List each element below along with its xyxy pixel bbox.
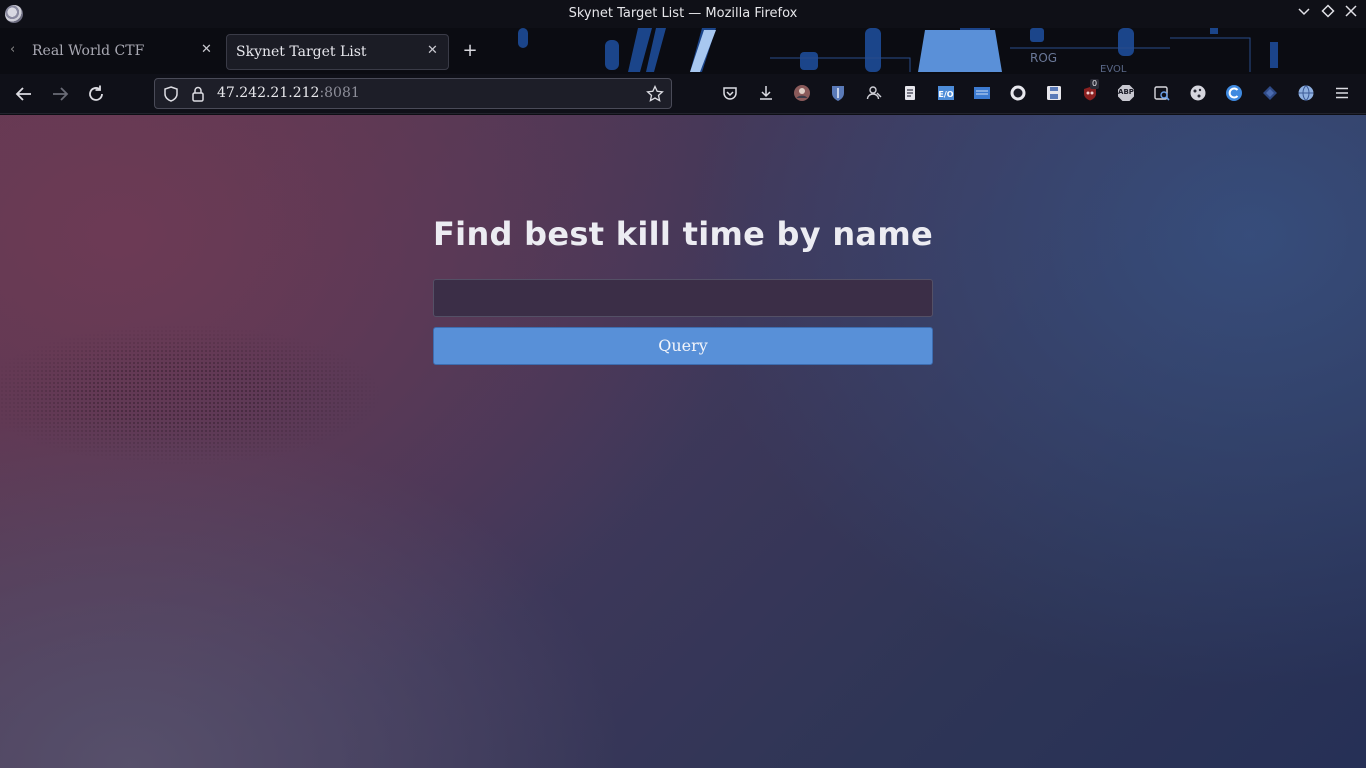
tab-skynet-target-list[interactable]: Skynet Target List ✕ — [226, 34, 449, 70]
new-tab-icon[interactable]: + — [460, 41, 480, 61]
page-heading: Find best kill time by name — [433, 215, 933, 253]
tab-label: Real World CTF — [32, 43, 145, 59]
tab-close-icon[interactable]: ✕ — [427, 43, 438, 58]
reader-icon[interactable] — [901, 84, 919, 102]
tab-scroll-left-icon[interactable]: ‹ — [10, 42, 15, 57]
url-bar[interactable]: 47.242.21.212:8081 — [154, 78, 672, 109]
tab-label: Skynet Target List — [236, 44, 367, 60]
ext-c-icon[interactable] — [1225, 84, 1243, 102]
query-button[interactable]: Query — [433, 327, 933, 365]
lock-icon[interactable] — [190, 85, 206, 107]
tab-strip: ROG EVOL ‹ Real World CTF ✕ Skynet Targe… — [0, 28, 1366, 74]
ext-eo-icon[interactable]: E/O — [937, 84, 955, 102]
ublock-badge: 0 — [1090, 79, 1100, 89]
ext-avatar-icon[interactable] — [793, 84, 811, 102]
theme-artwork: ROG EVOL — [470, 28, 1366, 74]
svg-text:E/O: E/O — [938, 90, 953, 99]
ext-cookie-icon[interactable] — [1189, 84, 1207, 102]
window-title: Skynet Target List — Mozilla Firefox — [568, 6, 798, 21]
shield-icon[interactable] — [162, 85, 180, 107]
reload-icon[interactable] — [85, 83, 107, 105]
adblock-plus-icon[interactable]: ABP — [1117, 84, 1135, 102]
close-icon[interactable] — [1341, 4, 1361, 24]
title-bar: Skynet Target List — Mozilla Firefox — [0, 0, 1366, 28]
name-input[interactable] — [433, 279, 933, 317]
ext-news-icon[interactable] — [973, 84, 991, 102]
url-host: 47.242.21.212 — [217, 85, 320, 101]
ext-globe-icon[interactable] — [1297, 84, 1315, 102]
tab-close-icon[interactable]: ✕ — [201, 42, 212, 57]
download-icon[interactable] — [757, 84, 775, 102]
ext-diamond-icon[interactable] — [1261, 84, 1279, 102]
url-port: :8081 — [319, 85, 360, 101]
forward-icon[interactable] — [49, 83, 71, 105]
back-icon[interactable] — [13, 83, 35, 105]
chevron-down-icon[interactable] — [1294, 4, 1314, 24]
pocket-icon[interactable] — [721, 84, 739, 102]
bitwarden-icon[interactable] — [829, 84, 847, 102]
ext-save-icon[interactable] — [1045, 84, 1063, 102]
ext-ring-icon[interactable] — [1009, 84, 1027, 102]
url-text: 47.242.21.212:8081 — [217, 85, 360, 101]
svg-text:EVOL: EVOL — [1100, 64, 1127, 74]
ext-search-icon[interactable] — [1153, 84, 1171, 102]
ublock-icon[interactable]: 0 — [1081, 79, 1100, 102]
page-content: Find best kill time by name Query — [0, 115, 1366, 768]
menu-icon[interactable] — [1333, 84, 1351, 102]
svg-text:ROG: ROG — [1030, 51, 1057, 65]
background-texture — [0, 305, 440, 485]
tab-real-world-ctf[interactable]: ‹ Real World CTF ✕ — [0, 34, 222, 70]
adblock-plus-label: ABP — [1118, 88, 1134, 96]
diamond-icon[interactable] — [1318, 4, 1338, 24]
navigation-bar: 47.242.21.212:8081 E/O 0 ABP — [0, 74, 1366, 114]
ext-user-icon[interactable] — [865, 84, 883, 102]
bookmark-star-icon[interactable] — [646, 84, 664, 107]
